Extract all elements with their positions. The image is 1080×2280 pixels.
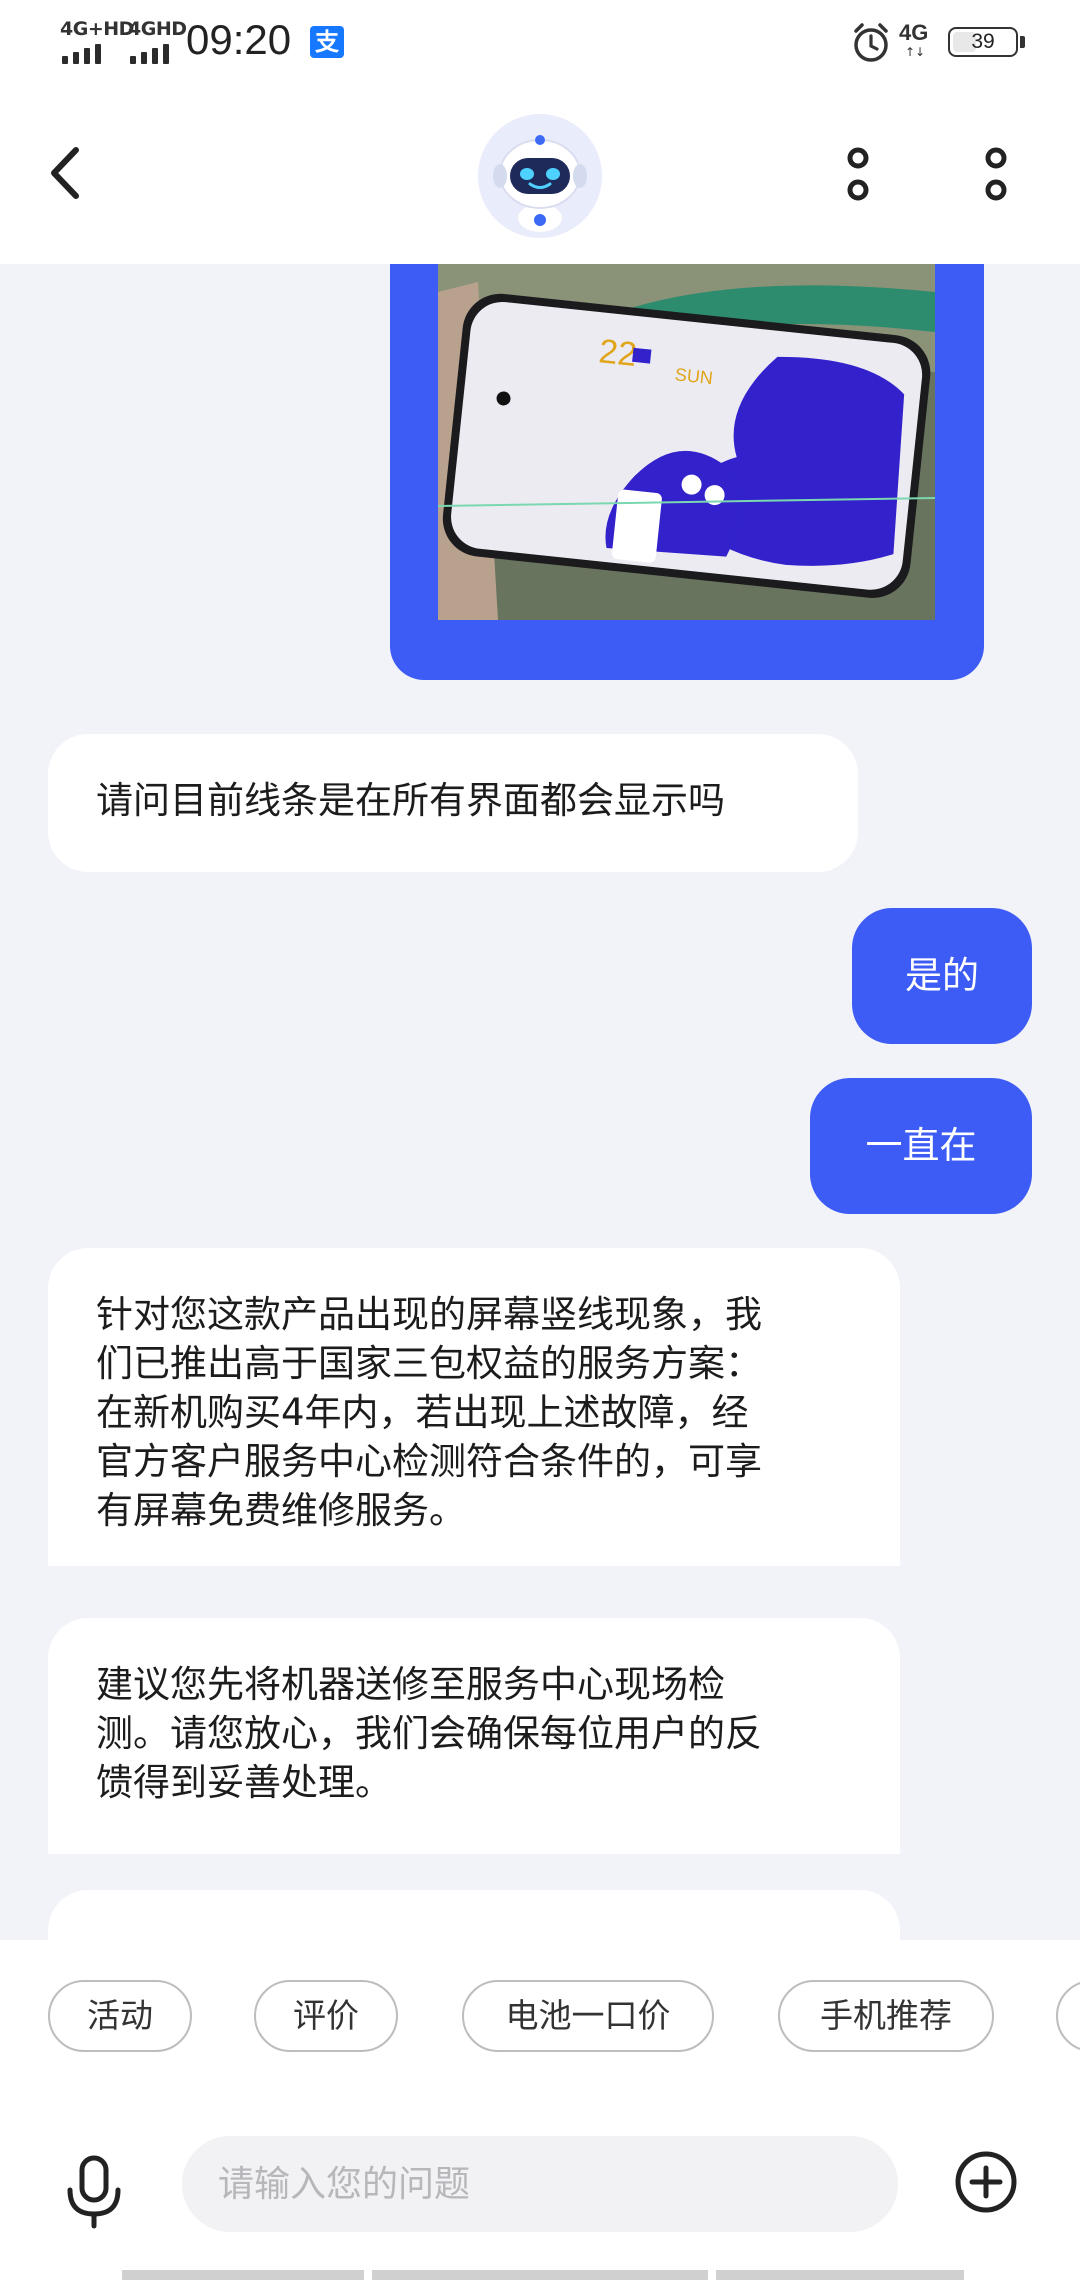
bot-message-line: 官方客户服务中心检测符合条件的，可享 — [96, 1440, 762, 1483]
chip-more-partial[interactable] — [1056, 1980, 1080, 2052]
mobile-data-indicator: 4G ↑↓ — [899, 20, 943, 64]
assistant-avatar[interactable] — [478, 114, 602, 238]
chip-battery-price[interactable]: 电池一口价 — [462, 1980, 714, 2052]
back-chevron-icon[interactable] — [40, 138, 96, 208]
more-vertical-icon[interactable] — [976, 140, 1016, 210]
bot-message[interactable]: 请问目前线条是在所有界面都会显示吗 — [48, 734, 858, 872]
alarm-clock-icon — [854, 23, 888, 62]
plus-circle-icon[interactable] — [954, 2150, 1018, 2214]
user-image-message[interactable]: 22 SUN — [390, 264, 984, 680]
chip-activity[interactable]: 活动 — [48, 1980, 192, 2052]
network-type-label: 4G — [899, 20, 929, 45]
phone-photo-image[interactable]: 22 SUN — [438, 264, 935, 620]
bot-message[interactable]: 针对您这款产品出现的屏幕竖线现象，我 们已推出高于国家三包权益的服务方案： 在新… — [48, 1248, 900, 1566]
bot-message-line: 测。请您放心，我们会确保每位用户的反 — [96, 1712, 762, 1755]
gesture-bar-segment — [122, 2270, 364, 2280]
phone-screen-photo: 22 SUN — [438, 264, 935, 620]
signal-bars-icon — [62, 44, 101, 64]
gesture-bar-segment — [716, 2270, 964, 2280]
bot-message-line: 针对您这款产品出现的屏幕竖线现象，我 — [96, 1293, 762, 1336]
signal-bars-icon — [130, 44, 169, 64]
battery-percent: 39 — [971, 30, 995, 53]
status-bar: 4G+HD 4GHD 09:20 支 4G ↑↓ 39 — [0, 0, 1080, 88]
bot-message-line: 建议您先将机器送修至服务中心现场检 — [96, 1663, 725, 1706]
battery-icon: 39 — [948, 27, 1018, 57]
question-input[interactable] — [182, 2136, 898, 2232]
clock-time: 09:20 — [186, 16, 292, 63]
svg-text:SUN: SUN — [674, 364, 714, 388]
microphone-icon[interactable] — [64, 2154, 124, 2230]
bot-message[interactable]: 建议您先将机器送修至服务中心现场检 测。请您放心，我们会确保每位用户的反 馈得到… — [48, 1618, 900, 1854]
chat-header — [0, 88, 1080, 264]
bot-message-partial[interactable] — [48, 1890, 900, 1940]
more-vertical-icon[interactable] — [838, 140, 878, 210]
signal-label-sim2: 4GHD — [128, 18, 187, 40]
user-message[interactable]: 一直在 — [810, 1078, 1032, 1214]
data-activity-arrows: ↑↓ — [905, 45, 926, 59]
user-message-text: 一直在 — [865, 1124, 977, 1167]
battery-tip — [1020, 36, 1025, 48]
bot-message-line: 有屏幕免费维修服务。 — [96, 1489, 466, 1532]
svg-text:22: 22 — [597, 332, 639, 374]
signal-label-sim1: 4G+HD — [60, 18, 134, 40]
robot-assistant-icon — [478, 114, 602, 238]
alipay-icon: 支 — [310, 26, 344, 58]
chip-review[interactable]: 评价 — [254, 1980, 398, 2052]
user-message[interactable]: 是的 — [852, 908, 1032, 1044]
bot-message-line: 馈得到妥善处理。 — [96, 1761, 392, 1804]
user-message-text: 是的 — [905, 954, 979, 997]
bot-message-line: 在新机购买4年内，若出现上述故障，经 — [96, 1391, 749, 1434]
chip-phone-recommend[interactable]: 手机推荐 — [778, 1980, 994, 2052]
bot-message-text: 请问目前线条是在所有界面都会显示吗 — [96, 779, 725, 822]
message-input-bar — [0, 2080, 1080, 2280]
gesture-bar-segment — [372, 2270, 708, 2280]
chat-message-list[interactable]: 22 SUN 请问目前线条是在所有界面都会显示吗 是的 一直在 针对您这款产品出… — [0, 264, 1080, 1940]
quick-reply-bar: 活动 评价 电池一口价 手机推荐 — [0, 1940, 1080, 2080]
bot-message-line: 们已推出高于国家三包权益的服务方案： — [96, 1342, 762, 1385]
